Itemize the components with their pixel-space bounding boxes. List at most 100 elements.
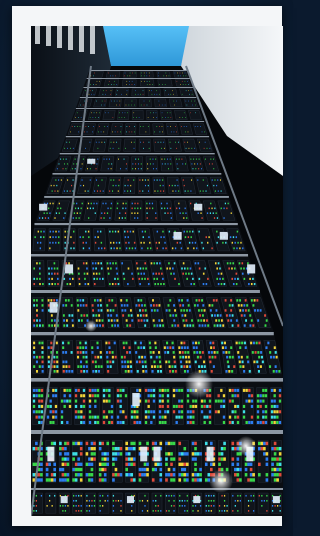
status-led <box>109 217 111 219</box>
status-led <box>38 262 41 265</box>
status-led <box>116 93 118 95</box>
status-led <box>244 473 248 477</box>
status-led <box>103 478 107 482</box>
status-led <box>88 404 92 408</box>
status-led <box>137 217 139 219</box>
status-led <box>205 505 207 507</box>
page-background <box>0 0 293 536</box>
status-led <box>141 75 142 77</box>
status-led <box>179 72 181 74</box>
status-led <box>171 365 174 368</box>
status-led <box>256 415 260 419</box>
status-led <box>110 267 112 270</box>
status-led <box>124 369 127 373</box>
status-led <box>183 75 184 77</box>
status-led <box>211 304 214 307</box>
status-led <box>152 304 155 307</box>
status-led <box>71 184 73 187</box>
status-led <box>236 247 238 250</box>
server-unit <box>98 88 113 97</box>
status-led <box>138 355 141 359</box>
display-panel <box>87 158 96 164</box>
status-led <box>74 388 78 392</box>
status-led <box>83 184 85 187</box>
status-led <box>126 90 128 92</box>
status-led <box>222 394 226 398</box>
status-led <box>274 365 277 368</box>
status-led <box>71 324 74 327</box>
status-led <box>50 473 54 477</box>
status-led <box>150 420 153 424</box>
status-led <box>174 277 176 280</box>
status-led <box>149 158 151 160</box>
server-room-photo <box>31 26 283 516</box>
status-led <box>222 415 226 419</box>
status-led <box>159 462 163 467</box>
status-led <box>166 399 170 403</box>
status-led <box>47 346 50 350</box>
status-led <box>80 314 83 317</box>
status-led <box>222 241 224 244</box>
status-led <box>91 112 92 114</box>
status-led <box>170 473 173 477</box>
status-led <box>159 369 163 373</box>
status-led <box>97 262 100 265</box>
status-led <box>247 499 250 502</box>
status-led <box>180 388 184 392</box>
status-led <box>175 314 178 317</box>
status-led <box>237 277 239 280</box>
status-led <box>117 452 120 456</box>
status-led <box>93 446 96 451</box>
status-led <box>95 84 97 85</box>
status-led <box>153 360 156 364</box>
status-led <box>85 462 89 467</box>
status-led <box>112 131 113 133</box>
status-led <box>261 499 263 502</box>
status-led <box>137 319 140 322</box>
status-led <box>179 499 181 502</box>
status-led <box>153 262 156 265</box>
status-led <box>195 346 198 350</box>
status-led <box>128 131 130 133</box>
status-led <box>50 314 53 317</box>
status-led <box>245 388 248 392</box>
status-led <box>172 267 174 270</box>
status-led <box>90 473 94 477</box>
status-led <box>100 241 103 244</box>
server-unit <box>139 98 152 108</box>
status-led <box>107 314 110 317</box>
status-led <box>65 319 68 322</box>
status-led <box>65 304 68 307</box>
status-led <box>179 360 183 364</box>
status-led <box>143 241 145 244</box>
status-led <box>158 360 162 364</box>
status-led <box>79 299 82 302</box>
status-led <box>138 478 142 482</box>
status-led <box>125 446 128 451</box>
status-led <box>153 324 156 327</box>
status-led <box>135 163 137 165</box>
status-led <box>257 365 260 368</box>
status-led <box>197 309 200 312</box>
status-led <box>230 299 233 302</box>
status-led <box>222 277 224 280</box>
status-led <box>242 388 246 392</box>
status-led <box>119 247 121 250</box>
status-led <box>114 230 117 233</box>
status-led <box>233 365 236 368</box>
status-led <box>49 499 51 502</box>
status-led <box>121 117 123 118</box>
status-led <box>93 202 95 205</box>
shelf-rail <box>31 332 274 336</box>
status-led <box>252 304 255 307</box>
status-led <box>40 473 43 477</box>
status-led <box>119 104 120 106</box>
status-led <box>278 399 282 403</box>
status-led <box>110 75 111 77</box>
status-led <box>149 346 152 350</box>
status-led <box>102 190 104 192</box>
status-led <box>264 314 266 317</box>
status-led <box>205 282 208 286</box>
status-led <box>260 355 264 359</box>
status-led <box>200 365 203 368</box>
